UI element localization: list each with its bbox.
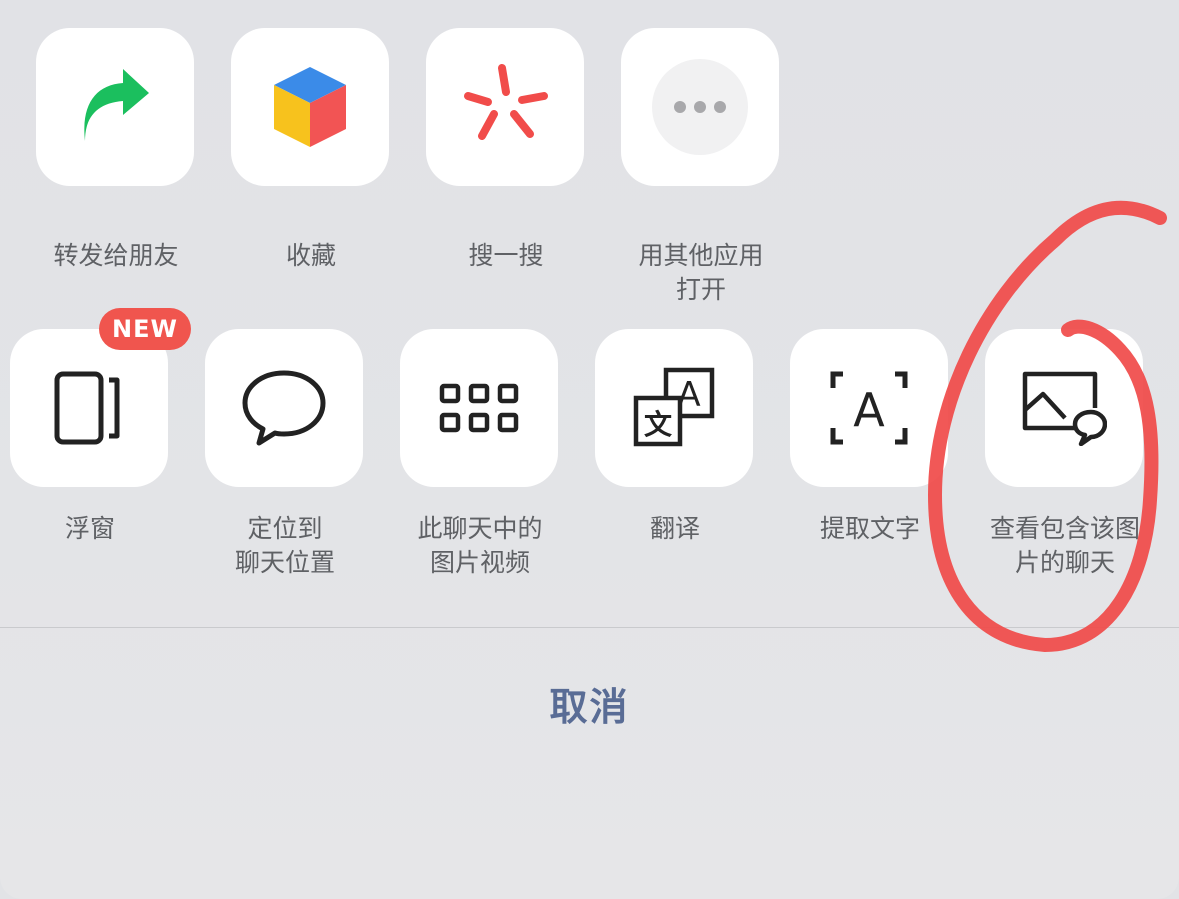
- favorite-tile[interactable]: [231, 28, 389, 186]
- floating-window-icon: [54, 371, 120, 445]
- action-label: 此聊天中的 图片视频: [417, 514, 543, 577]
- image-chat-icon: [1022, 371, 1107, 446]
- extract-text-icon: A: [830, 371, 908, 445]
- locate-in-chat-tile[interactable]: [205, 329, 363, 487]
- favorites-cube-icon: [274, 67, 346, 147]
- translate-tile[interactable]: A 文: [595, 329, 753, 487]
- cancel-label: 取消: [549, 684, 630, 729]
- action-label: 翻译: [649, 514, 700, 543]
- forward-arrow-icon: [84, 69, 149, 141]
- new-badge: NEW: [99, 308, 191, 350]
- extract-text-glyph: A: [853, 383, 885, 437]
- more-dots-icon: [652, 59, 748, 155]
- action-label: 转发给朋友: [53, 241, 179, 270]
- open-with-tile[interactable]: [621, 28, 779, 186]
- view-chats-with-image-tile[interactable]: [985, 329, 1143, 487]
- action-label: 浮窗: [64, 514, 115, 543]
- action-label: 收藏: [285, 241, 336, 270]
- translate-icon: A 文: [633, 367, 715, 447]
- cancel-button[interactable]: 取消: [0, 628, 1179, 778]
- action-label: 提取文字: [819, 514, 920, 543]
- grid-icon: [439, 383, 519, 433]
- action-label: 定位到 聊天位置: [234, 514, 335, 577]
- extract-text-tile[interactable]: A: [790, 329, 948, 487]
- floating-window-tile[interactable]: [10, 329, 168, 487]
- search-tile[interactable]: [426, 28, 584, 186]
- action-label: 查看包含该图 片的聊天: [989, 514, 1140, 577]
- search-sparkle-icon: [464, 64, 548, 140]
- action-label: 用其他应用 打开: [638, 241, 764, 304]
- share-action-sheet: 转发给朋友 收藏 搜一搜 用其他应用 打开 NEW 浮窗 定位到 聊天位置 此聊…: [0, 0, 1179, 899]
- action-label: 搜一搜: [468, 241, 544, 270]
- chat-media-tile[interactable]: [400, 329, 558, 487]
- chat-bubble-icon: [242, 370, 326, 446]
- translate-glyph-b: 文: [644, 408, 672, 441]
- forward-tile[interactable]: [36, 28, 194, 186]
